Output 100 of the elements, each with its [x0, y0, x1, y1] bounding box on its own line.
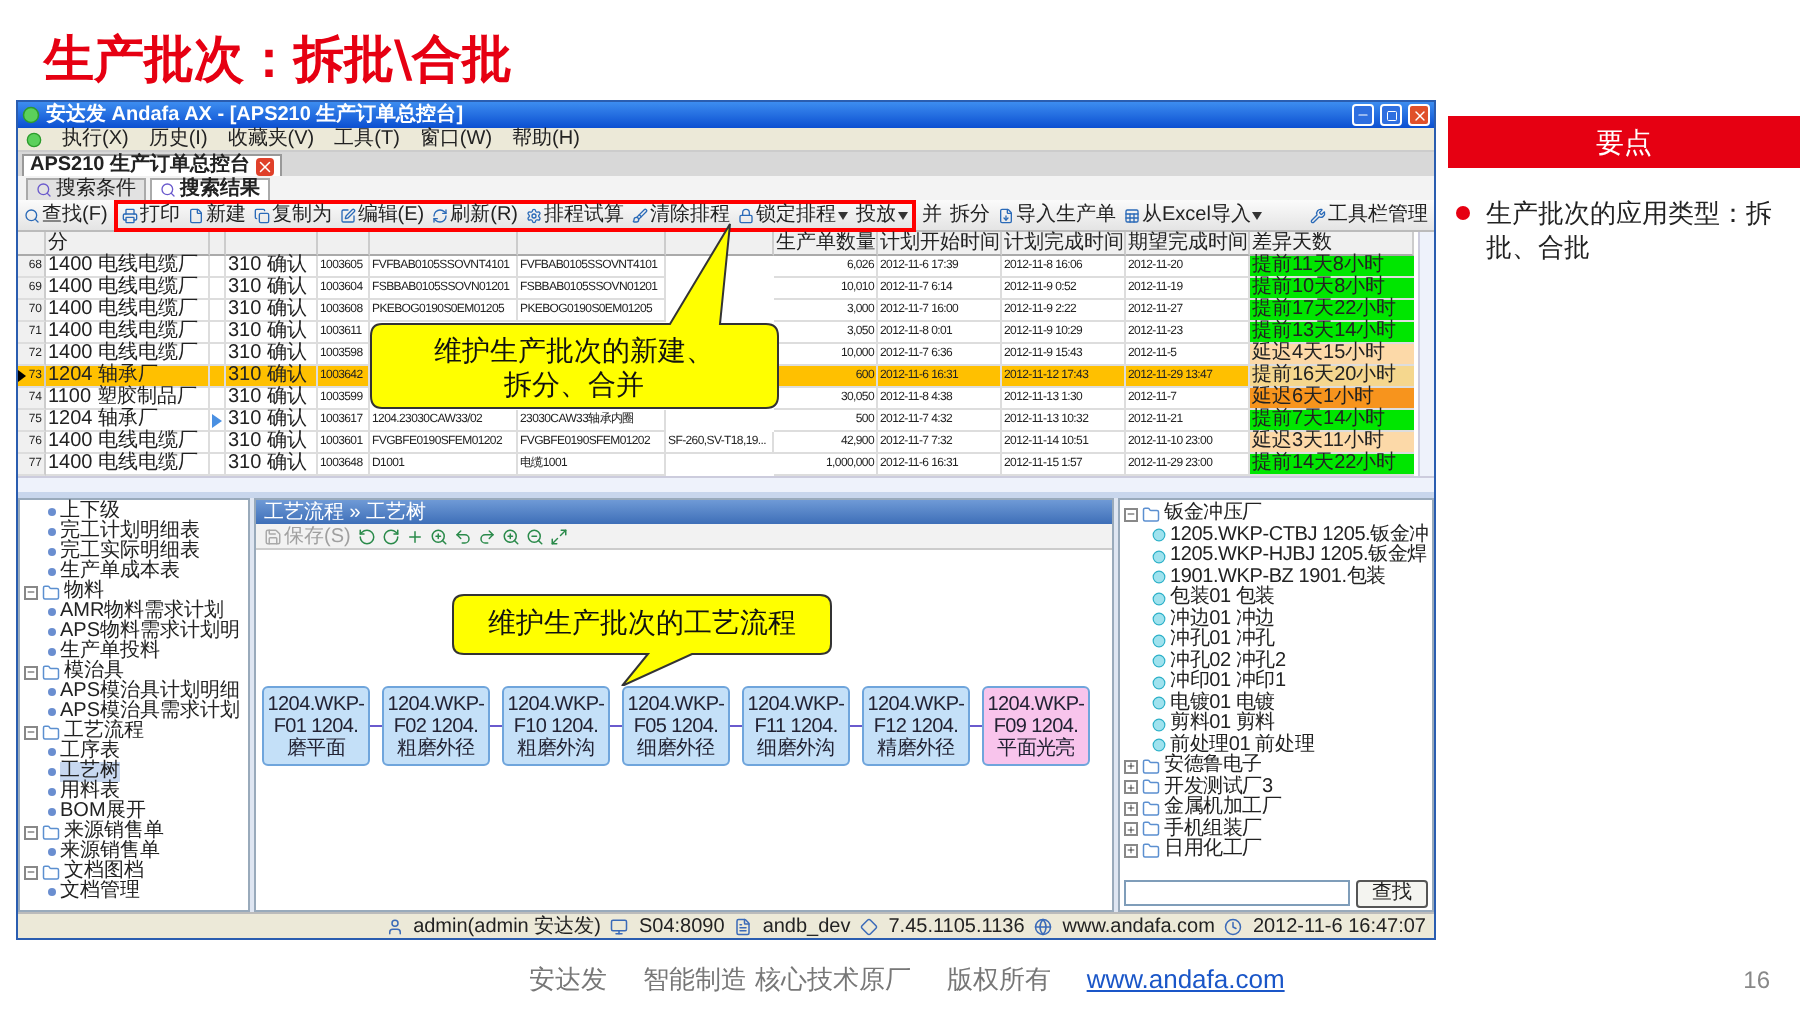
tree-item[interactable]: 金属机加工厂: [1164, 798, 1282, 819]
status-cell: 提前11天8小时: [1250, 256, 1414, 278]
page-number: 16: [1743, 965, 1770, 993]
process-node[interactable]: 1204.WKP-F12 1204.精磨外径: [862, 686, 970, 766]
table-cell: 1100 塑胶制品厂: [46, 388, 210, 410]
tree-item[interactable]: 物料: [64, 582, 104, 602]
menu-item[interactable]: 历史(I): [148, 128, 208, 150]
table-cell: 310 确认: [226, 432, 318, 454]
table-cell: 1204 轴承厂: [46, 410, 210, 432]
menu-item[interactable]: 工具(T): [334, 128, 400, 150]
toolbar-button[interactable]: 编辑(E): [337, 203, 427, 227]
toolbar-button[interactable]: 清除排程: [630, 203, 733, 227]
tree-item[interactable]: 钣金冲压厂: [1164, 504, 1263, 525]
process-node[interactable]: 1204.WKP-F09 1204.平面光亮: [982, 686, 1090, 766]
tree-item[interactable]: 模治具: [64, 662, 124, 682]
slide-title: 生产批次：拆批\合批: [44, 28, 515, 92]
tree-item[interactable]: 安德鲁电子: [1164, 756, 1263, 777]
tree-item[interactable]: 文档图档: [64, 862, 144, 882]
tree-item[interactable]: 电镀01 电镀: [1170, 693, 1276, 714]
toolbar-button[interactable]: 查找(F): [22, 203, 110, 227]
menu-item[interactable]: 帮助(H): [512, 128, 580, 150]
tree-item[interactable]: 工艺流程: [64, 722, 144, 742]
status-cell: 延迟3天11小时: [1250, 432, 1414, 454]
column-header[interactable]: 计划开始时间: [878, 232, 1002, 256]
tree-item[interactable]: 完工计划明细表: [60, 522, 200, 542]
toolbar-button[interactable]: 锁定排程: [736, 203, 851, 227]
tree-item[interactable]: 来源销售单: [60, 842, 160, 862]
table-cell: 310 确认: [226, 410, 318, 432]
toolbar-button[interactable]: 投放: [854, 203, 911, 227]
status-cell: 提前13天14小时: [1250, 322, 1414, 344]
tree-item[interactable]: 1205.WKP-HJBJ 1205.钣金焊: [1170, 546, 1427, 567]
tree-item[interactable]: 文档管理: [60, 882, 140, 902]
window-title: 安达发 Andafa AX - [APS210 生产订单总控台]: [46, 103, 466, 127]
status-cell: 提前17天22小时: [1250, 300, 1414, 322]
tree-item[interactable]: 来源销售单: [64, 822, 164, 842]
process-node[interactable]: 1204.WKP-F10 1204.粗磨外沟: [502, 686, 610, 766]
toolbar-button[interactable]: 工具栏管理: [1308, 203, 1430, 227]
tree-item[interactable]: 生产单成本表: [60, 562, 180, 582]
tree-item[interactable]: 手机组装厂: [1164, 819, 1263, 840]
status-cell: 提前10天8小时: [1250, 278, 1414, 300]
toolbar-button[interactable]: 拆分: [948, 203, 993, 227]
column-header[interactable]: 分: [46, 232, 210, 256]
find-button[interactable]: 查找: [1356, 879, 1428, 907]
status-cell: 延迟4天15小时: [1250, 344, 1414, 366]
tab[interactable]: 搜索结果: [150, 178, 270, 200]
process-node[interactable]: 1204.WKP-F05 1204.细磨外径: [622, 686, 730, 766]
callout-tooltip: 维护生产批次的工艺流程: [452, 594, 832, 686]
tree-item[interactable]: APS模治具计划明细: [60, 682, 241, 702]
tab[interactable]: 搜索条件: [26, 178, 146, 200]
tree-item[interactable]: 日用化工厂: [1164, 840, 1263, 861]
process-node[interactable]: 1204.WKP-F11 1204.细磨外沟: [742, 686, 850, 766]
tree-item[interactable]: 用料表: [60, 782, 120, 802]
footer-text: 版权所有: [946, 961, 1051, 997]
tree-item[interactable]: APS模治具需求计划: [60, 702, 241, 722]
toolbar-button[interactable]: 复制为: [251, 203, 334, 227]
process-node[interactable]: 1204.WKP-F01 1204.磨平面: [262, 686, 370, 766]
tree-item[interactable]: 剪料01 剪料: [1170, 714, 1276, 735]
tree-item[interactable]: 包装01 包装: [1170, 588, 1276, 609]
column-header[interactable]: 差异天数: [1250, 232, 1414, 256]
column-header[interactable]: 计划完成时间: [1002, 232, 1126, 256]
tree-item[interactable]: AMR物料需求计划: [60, 602, 225, 622]
tree-item[interactable]: APS物料需求计划明: [60, 622, 241, 642]
tree-item[interactable]: 工序表: [60, 742, 120, 762]
process-node[interactable]: 1204.WKP-F02 1204.粗磨外径: [382, 686, 490, 766]
tree-item[interactable]: 前处理01 前处理: [1170, 735, 1315, 756]
status-text: andb_dev: [762, 915, 851, 937]
table-cell: 310 确认: [226, 278, 318, 300]
toolbar-button[interactable]: 从Excel导入: [1122, 203, 1265, 227]
tree-item[interactable]: 1205.WKP-CTBJ 1205.钣金冲: [1170, 525, 1430, 546]
tree-item[interactable]: 完工实际明细表: [60, 542, 200, 562]
toolbar-button[interactable]: 打印: [119, 203, 182, 227]
section-heading: 要点: [1448, 116, 1800, 168]
tab-label: APS210 生产订单总控台: [30, 156, 251, 176]
status-cell: 提前16天20小时: [1250, 366, 1414, 388]
menu-item[interactable]: 执行(X): [62, 128, 129, 150]
toolbar-button[interactable]: 并: [920, 203, 945, 227]
toolbar-button[interactable]: 刷新(R): [430, 203, 521, 227]
tree-item[interactable]: 工艺树: [60, 762, 120, 782]
document-tab[interactable]: APS210 生产订单总控台: [22, 154, 283, 176]
table-cell: 1400 电线电缆厂: [46, 432, 210, 454]
menu-item[interactable]: 窗口(W): [419, 128, 493, 150]
tree-item[interactable]: 1901.WKP-BZ 1901.包装: [1170, 567, 1386, 588]
tree-item[interactable]: 上下级: [60, 502, 120, 522]
column-header[interactable]: 生产单数量: [774, 232, 878, 256]
tree-item[interactable]: 冲孔02 冲孔2: [1170, 651, 1286, 672]
tree-item[interactable]: 冲孔01 冲孔: [1170, 630, 1276, 651]
toolbar-button[interactable]: 排程试算: [524, 203, 627, 227]
status-cell: 提前7天14小时: [1250, 410, 1414, 432]
column-header[interactable]: 期望完成时间: [1126, 232, 1250, 256]
tree-item[interactable]: BOM展开: [60, 802, 146, 822]
toolbar-button[interactable]: 导入生产单: [996, 203, 1119, 227]
toolbar-button[interactable]: 新建: [185, 203, 248, 227]
website-link[interactable]: www.andafa.com: [1086, 964, 1285, 994]
table-cell: 1400 电线电缆厂: [46, 256, 210, 278]
table-cell: 310 确认: [226, 300, 318, 322]
tree-item[interactable]: 生产单投料: [60, 642, 160, 662]
tree-item[interactable]: 开发测试厂3: [1164, 777, 1273, 798]
tree-item[interactable]: 冲印01 冲印1: [1170, 672, 1286, 693]
tree-item[interactable]: 冲边01 冲边: [1170, 609, 1276, 630]
menu-item[interactable]: 收藏夹(V): [227, 128, 315, 150]
